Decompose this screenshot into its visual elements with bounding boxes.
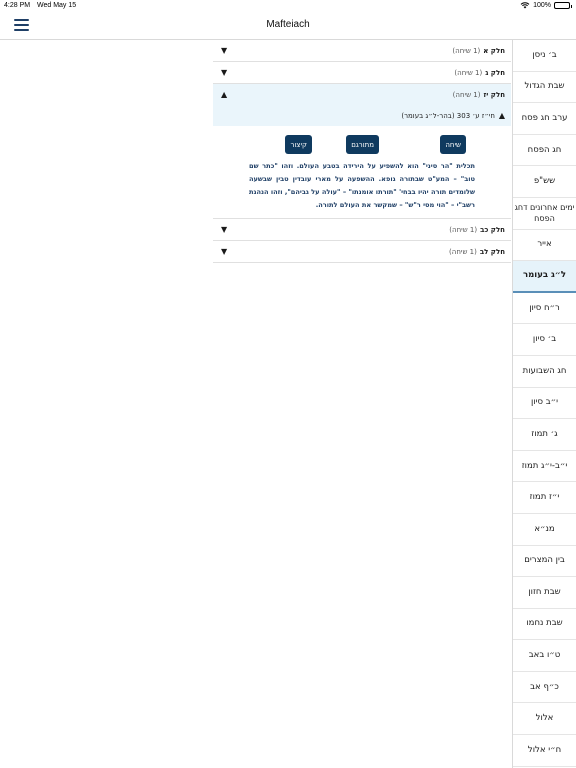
battery-icon (554, 2, 572, 9)
section-list: חלק א (1 שיחה) ▼ חלק ג (1 שיחה) ▼ חלק יז… (213, 40, 511, 263)
sidebar-item[interactable]: שבת הגדול (513, 72, 576, 104)
sidebar-item[interactable]: י״ז תמוז (513, 482, 576, 514)
section-title: חלק כב (480, 225, 505, 234)
section-title: חלק א (483, 46, 505, 55)
sidebar-item[interactable]: מנ״א (513, 514, 576, 546)
status-date: Wed May 15 (37, 2, 77, 9)
sub-item-row[interactable]: ▲ חי״ז ע׳ 303 (בהר-ל״ג בעומר) (213, 106, 511, 126)
status-time: 4:28 PM (4, 2, 31, 9)
section-count: (1 שיחה) (452, 46, 481, 55)
chevron-up-icon[interactable]: ▲ (221, 90, 227, 99)
section-count: (1 שיחה) (449, 247, 477, 256)
sidebar-item[interactable]: בין המצרים (513, 546, 576, 578)
sidebar-item[interactable]: שבת נחמו (513, 609, 576, 641)
sidebar-item[interactable]: חג הפסח (513, 135, 576, 167)
sidebar-item[interactable]: אייר (513, 230, 576, 262)
sidebar-item[interactable]: ל״ג בעומר (513, 261, 576, 293)
section-row[interactable]: חלק כב (1 שיחה) ▼ (213, 219, 511, 241)
chevron-down-icon[interactable]: ▼ (221, 46, 227, 55)
sidebar-item[interactable]: ח״י אלול (513, 735, 576, 767)
section-title: חלק יז (483, 91, 506, 99)
sidebar-item[interactable]: י״ב סיון (513, 388, 576, 420)
battery-percent: 100% (533, 2, 551, 9)
expanded-section: חלק יז (1 שיחה) ▲ ▲ חי״ז ע׳ 303 (בהר-ל״ג… (213, 84, 511, 126)
summary-text: תכלית "הר סיני" הוא להשפיע על הירידה בטב… (213, 160, 511, 219)
section-count: (1 שיחה) (449, 225, 478, 234)
sub-item-label: חי״ז ע׳ 303 (בהר-ל״ג בעומר) (401, 112, 495, 120)
nav-bar: Mafteiach (0, 12, 576, 40)
page-title: Mafteiach (266, 19, 310, 30)
status-bar: 4:28 PM Wed May 15 100% (0, 0, 576, 12)
sidebar-item[interactable]: שבת חזון (513, 577, 576, 609)
chevron-up-icon[interactable]: ▲ (499, 111, 505, 120)
section-row[interactable]: חלק א (1 שיחה) ▼ (213, 40, 511, 62)
sidebar-item[interactable]: חג השבועות (513, 356, 576, 388)
status-right: 100% (520, 2, 572, 9)
sidebar-item[interactable]: שש"פ (513, 166, 576, 198)
sidebar-item[interactable]: ב׳ סיון (513, 324, 576, 356)
wifi-icon (520, 2, 530, 9)
chevron-down-icon[interactable]: ▼ (221, 225, 227, 234)
sicha-button[interactable]: שיחה (440, 135, 466, 154)
sidebar-item[interactable]: כ״ף אב (513, 672, 576, 704)
section-row[interactable]: חלק ג (1 שיחה) ▼ (213, 62, 511, 84)
translated-button[interactable]: מתורגם (346, 135, 379, 154)
sidebar: ב׳ ניסן שבת הגדול ערב חג פסח חג הפסח שש"פ ימי… (512, 40, 576, 768)
section-title: חלק לב (479, 247, 505, 256)
sidebar-item[interactable]: ערב חג פסח (513, 103, 576, 135)
sidebar-item[interactable]: ט״ו באב (513, 640, 576, 672)
chevron-down-icon[interactable]: ▼ (221, 247, 227, 256)
chevron-down-icon[interactable]: ▼ (221, 68, 227, 77)
sidebar-item[interactable]: ימים אחרונים דחג הפסח (513, 198, 576, 230)
section-count: (1 שיחה) (452, 91, 481, 99)
sidebar-item[interactable]: אלול (513, 703, 576, 736)
summary-button[interactable]: קיצור (285, 135, 312, 154)
section-title: חלק ג (485, 68, 505, 77)
sidebar-item[interactable]: ר״ח סיון (513, 293, 576, 325)
section-row-expanded[interactable]: חלק יז (1 שיחה) ▲ (213, 84, 511, 106)
sidebar-item[interactable]: ג׳ תמוז (513, 419, 576, 451)
section-row[interactable]: חלק לב (1 שיחה) ▼ (213, 241, 511, 263)
sidebar-item[interactable]: ב׳ ניסן (513, 40, 576, 72)
section-count: (1 שיחה) (454, 68, 483, 77)
sidebar-item[interactable]: י״ב-י״ג תמוז (513, 451, 576, 483)
action-buttons: שיחה מתורגם קיצור (213, 126, 511, 160)
